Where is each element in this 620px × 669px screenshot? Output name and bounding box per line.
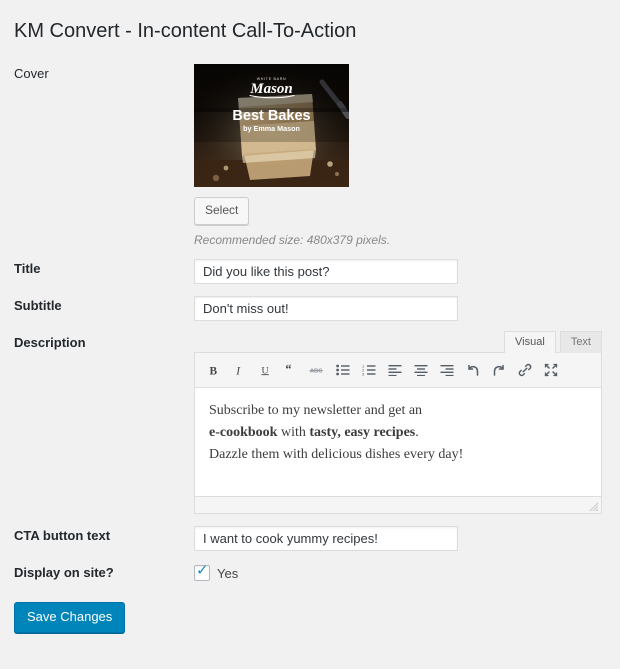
editor-text-segment: with [277,424,310,440]
cover-brand: Mason [249,81,293,97]
tab-text[interactable]: Text [559,331,602,354]
align-center-icon[interactable] [409,359,433,381]
blockquote-icon[interactable]: “ [279,359,303,381]
cell-display-on-site: ✓ Yes [194,557,620,590]
svg-text:“: “ [285,364,291,376]
redo-icon[interactable] [487,359,511,381]
description-editor: Visual Text B I U “ ABC 1 2 3 Subscribe … [194,331,602,515]
editor-resize-handle[interactable] [588,501,599,512]
cover-image-artwork: WHITE BARN Mason Best Bakes by Emma Maso… [194,64,349,187]
editor-text-segment-bold: tasty, easy recipes [309,424,416,440]
align-right-icon[interactable] [435,359,459,381]
label-cta-button-text: CTA button text [14,528,111,544]
bold-icon[interactable]: B [201,359,225,381]
cell-title [194,253,620,290]
svg-text:ABC: ABC [310,369,323,375]
editor-line: Subscribe to my newsletter and get an [209,400,587,422]
align-left-icon[interactable] [383,359,407,381]
ordered-list-icon[interactable]: 1 2 3 [357,359,381,381]
editor-text-segment: Dazzle them with delicious dishes every … [209,446,464,462]
editor-line: e-cookbook with tasty, easy recipes. [209,422,587,444]
label-display-on-site: Display on site? [14,565,114,581]
svg-text:B: B [209,365,217,376]
display-on-site-checkbox-label: Yes [217,565,239,581]
form-row-cta-button-text: CTA button text [0,520,620,557]
checkmark-icon: ✓ [196,561,209,580]
subtitle-input[interactable] [194,296,458,322]
display-on-site-checkbox[interactable]: ✓ [194,561,210,582]
page-title: KM Convert - In-content Call-To-Action [14,20,357,42]
form-row-display-on-site: Display on site? ✓ Yes [0,557,620,590]
form-actions: Save Changes [0,590,620,634]
tab-visual[interactable]: Visual [504,331,556,354]
strikethrough-icon[interactable]: ABC [305,359,329,381]
title-input[interactable] [194,259,458,285]
fullscreen-icon[interactable] [539,359,563,381]
editor-text-segment: . [415,424,419,440]
svg-text:I: I [235,365,241,376]
underline-icon[interactable]: U [253,359,277,381]
cover-headline: Best Bakes [232,108,310,124]
form-row-title: Title [0,253,620,290]
form-row-cover: Cover WHITE BARN Mason Best Bakes by Emm… [0,58,620,253]
label-title: Title [14,261,41,277]
editor-tabs: Visual Text [194,331,602,354]
editor-line: Dazzle them with delicious dishes every … [209,444,587,466]
cell-subtitle [194,290,620,327]
select-cover-button[interactable]: Select [194,197,250,226]
unordered-list-icon[interactable] [331,359,355,381]
cell-cover: WHITE BARN Mason Best Bakes by Emma Maso… [194,58,620,253]
link-icon[interactable] [513,359,537,381]
form-row-subtitle: Subtitle [0,290,620,327]
editor-statusbar [195,496,601,514]
label-description: Description [14,335,86,351]
cover-recommended-size: Recommended size: 480x379 pixels. [194,233,391,248]
undo-icon[interactable] [461,359,485,381]
display-on-site-control: ✓ Yes [194,561,610,582]
editor-text-segment: Subscribe to my newsletter and get an [209,403,423,419]
editor-box: B I U “ ABC 1 2 3 Subscribe to my newsle… [194,352,602,515]
save-changes-button[interactable]: Save Changes [14,602,126,634]
cta-button-text-input[interactable] [194,526,458,552]
editor-text-segment-bold: e-cookbook [209,424,278,440]
label-subtitle: Subtitle [14,298,62,314]
editor-content[interactable]: Subscribe to my newsletter and get an e-… [195,388,601,497]
italic-icon[interactable]: I [227,359,251,381]
settings-form-table: Cover WHITE BARN Mason Best Bakes by Emm… [0,58,620,590]
cover-byline: by Emma Mason [243,124,300,133]
cover-image[interactable]: WHITE BARN Mason Best Bakes by Emma Maso… [194,64,349,187]
cell-description: Visual Text B I U “ ABC 1 2 3 Subscribe … [194,327,620,520]
svg-text:3: 3 [362,372,365,377]
editor-toolbar: B I U “ ABC 1 2 3 [195,353,601,389]
cell-cta-button-text [194,520,620,557]
form-row-description: Description Visual Text B I U “ ABC 1 2 … [0,327,620,520]
label-cover: Cover [14,66,49,81]
